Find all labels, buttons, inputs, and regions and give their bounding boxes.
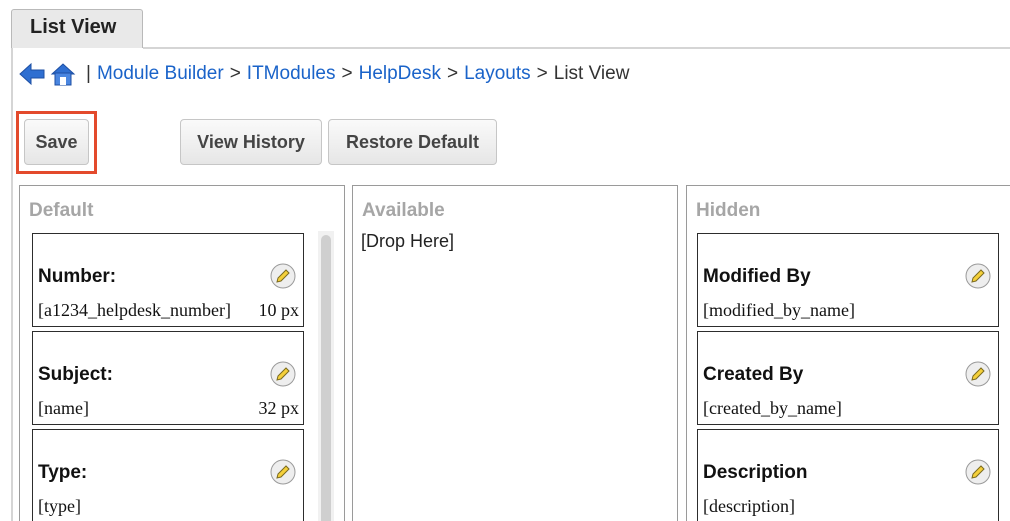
field-label: Type: — [38, 462, 88, 483]
pencil-edit-icon[interactable] — [964, 360, 992, 388]
breadcrumb-separator: | — [86, 63, 91, 84]
breadcrumb-arrow: > — [446, 63, 459, 84]
tab-list-view[interactable]: List View — [11, 9, 143, 48]
home-icon[interactable] — [49, 61, 77, 87]
breadcrumb-arrow: > — [341, 63, 353, 84]
default-column-title: Default — [29, 200, 94, 221]
breadcrumb-itmodules[interactable]: ITModules — [247, 63, 336, 85]
field-label: Description — [703, 462, 808, 483]
default-column: Default Number: [a1234_helpdesk_number] … — [19, 185, 345, 521]
field-card-modified-by[interactable]: Modified By [modified_by_name] — [697, 233, 999, 327]
tab-divider — [143, 47, 1010, 49]
field-card-type[interactable]: Type: [type] — [32, 429, 304, 521]
hidden-column: Hidden Modified By [modified_by_name] Cr… — [686, 185, 1010, 521]
field-name: [description] — [703, 496, 795, 516]
field-label: Subject: — [38, 364, 113, 385]
hidden-column-title: Hidden — [696, 200, 761, 221]
field-label: Modified By — [703, 266, 811, 287]
field-card-description[interactable]: Description [description] — [697, 429, 999, 521]
pencil-edit-icon[interactable] — [269, 262, 297, 290]
drop-zone-hint[interactable]: [Drop Here] — [361, 231, 454, 252]
default-column-scrollbar[interactable] — [318, 231, 334, 521]
tab-strip: List View — [0, 0, 1010, 49]
save-button[interactable]: Save — [24, 119, 89, 165]
pencil-edit-icon[interactable] — [269, 458, 297, 486]
breadcrumb-layouts[interactable]: Layouts — [464, 63, 531, 85]
view-history-button[interactable]: View History — [180, 119, 322, 165]
back-arrow-icon[interactable] — [18, 61, 46, 87]
breadcrumb: | Module Builder > ITModules > HelpDesk … — [18, 58, 629, 90]
panel-left-border — [11, 48, 13, 521]
field-width: 32 px — [258, 398, 300, 418]
field-width: 10 px — [258, 300, 300, 320]
restore-default-button[interactable]: Restore Default — [328, 119, 497, 165]
field-name: [name] — [38, 398, 89, 418]
scrollbar-thumb[interactable] — [321, 235, 331, 521]
field-card-created-by[interactable]: Created By [created_by_name] — [697, 331, 999, 425]
field-name: [a1234_helpdesk_number] — [38, 300, 231, 320]
breadcrumb-arrow: > — [229, 63, 241, 84]
breadcrumb-current: List View — [553, 63, 630, 84]
field-label: Created By — [703, 364, 804, 385]
pencil-edit-icon[interactable] — [964, 262, 992, 290]
field-label: Number: — [38, 266, 117, 287]
field-name: [created_by_name] — [703, 398, 842, 418]
pencil-edit-icon[interactable] — [964, 458, 992, 486]
breadcrumb-module-builder[interactable]: Module Builder — [97, 63, 224, 85]
field-card-subject[interactable]: Subject: [name] 32 px — [32, 331, 304, 425]
field-name: [type] — [38, 496, 81, 516]
pencil-edit-icon[interactable] — [269, 360, 297, 388]
available-column: Available [Drop Here] — [352, 185, 678, 521]
field-name: [modified_by_name] — [703, 300, 855, 320]
available-column-title: Available — [362, 200, 445, 221]
breadcrumb-arrow: > — [536, 63, 548, 84]
breadcrumb-helpdesk[interactable]: HelpDesk — [359, 63, 441, 85]
field-card-number[interactable]: Number: [a1234_helpdesk_number] 10 px — [32, 233, 304, 327]
